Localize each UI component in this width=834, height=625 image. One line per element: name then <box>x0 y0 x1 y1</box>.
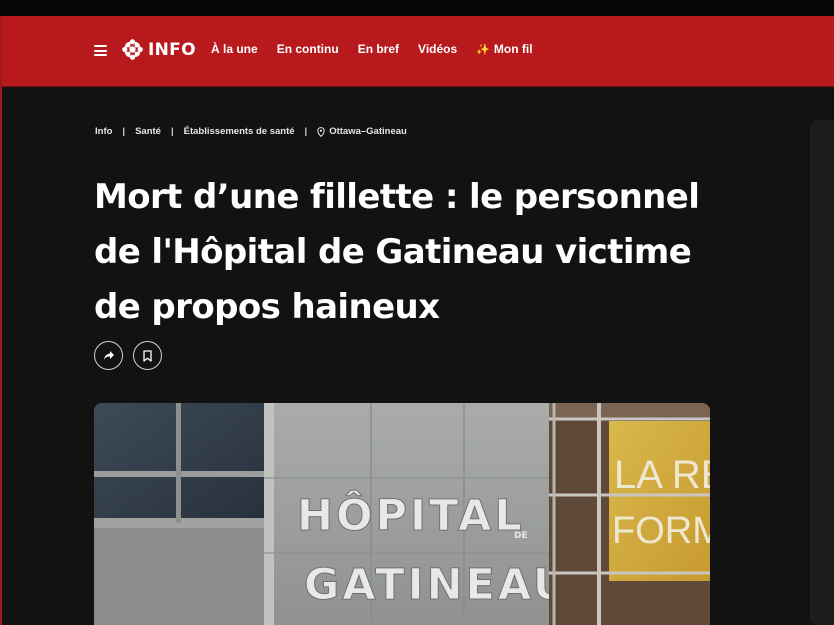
article-headline: Mort d’une fillette : le personnel de l'… <box>94 177 700 327</box>
share-button[interactable] <box>94 341 123 370</box>
nav-link-en-bref[interactable]: En bref <box>358 42 399 56</box>
breadcrumb-item-etablissements[interactable]: Établissements de santé <box>184 126 295 137</box>
logo-text: INFO <box>148 39 196 60</box>
breadcrumb-separator: | <box>122 126 126 137</box>
hospital-facade-image: HÔPITAL DE GATINEAU LA RE FORM <box>94 403 710 625</box>
photo-sign-text-gatineau: GATINEAU <box>304 560 571 610</box>
location-pin-icon <box>317 126 325 137</box>
nav-link-en-continu[interactable]: En continu <box>277 42 339 56</box>
browser-viewport: INFO À la une En continu En bref Vidéos … <box>0 0 834 625</box>
sidebar-panel-edge <box>810 120 834 625</box>
nav-link-a-la-une[interactable]: À la une <box>211 42 258 56</box>
article-photo[interactable]: HÔPITAL DE GATINEAU LA RE FORM <box>94 403 710 625</box>
photo-sign-text-de: DE <box>514 531 528 541</box>
radio-canada-gem-icon <box>122 39 143 60</box>
window-border <box>0 16 2 625</box>
main-navigation: À la une En continu En bref Vidéos ✨ Mon… <box>211 42 552 56</box>
breadcrumb-location[interactable]: Ottawa–Gatineau <box>317 126 407 137</box>
share-arrow-icon <box>103 351 114 360</box>
breadcrumb-separator: | <box>170 126 174 137</box>
browser-top-edge <box>0 0 834 16</box>
bookmark-button[interactable] <box>133 341 162 370</box>
breadcrumb: Info | Santé | Établissements de santé |… <box>95 126 407 137</box>
site-logo[interactable]: INFO <box>122 39 196 60</box>
breadcrumb-location-label: Ottawa–Gatineau <box>329 126 407 137</box>
site-header: INFO À la une En continu En bref Vidéos … <box>2 16 834 87</box>
nav-link-mon-fil[interactable]: ✨ Mon fil <box>476 42 532 56</box>
menu-icon[interactable] <box>94 45 107 56</box>
photo-poster-text-2: FORM <box>612 510 710 552</box>
breadcrumb-item-sante[interactable]: Santé <box>135 126 161 137</box>
bookmark-icon <box>143 349 152 362</box>
breadcrumb-separator: | <box>304 126 308 137</box>
sparkle-icon: ✨ <box>476 43 490 56</box>
photo-sign-text-hopital: HÔPITAL <box>297 490 525 541</box>
nav-link-mon-fil-label: Mon fil <box>493 42 533 56</box>
breadcrumb-item-info[interactable]: Info <box>95 126 112 137</box>
photo-poster-text-1: LA RE <box>614 453 710 497</box>
nav-link-videos[interactable]: Vidéos <box>418 42 457 56</box>
